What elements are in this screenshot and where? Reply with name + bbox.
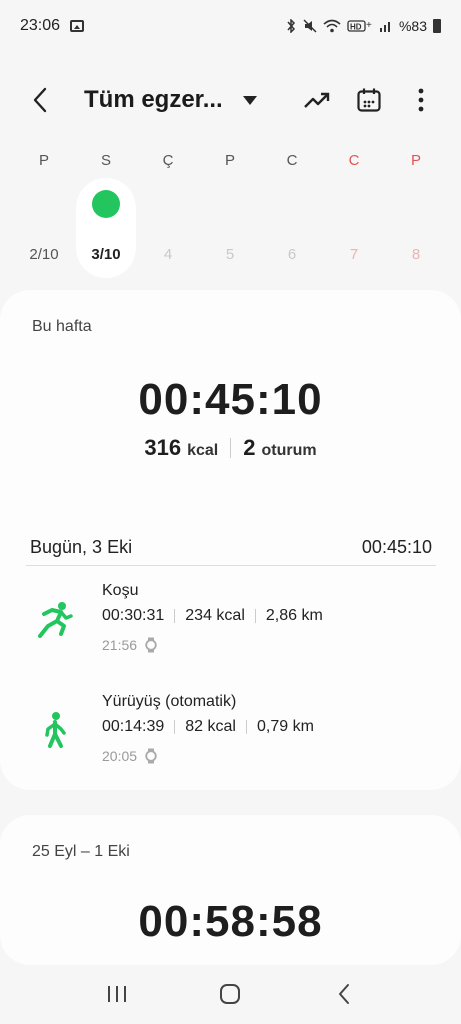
workout-time: 20:05 xyxy=(102,748,138,764)
recent-apps-button[interactable] xyxy=(93,970,141,1018)
mute-icon xyxy=(303,19,317,33)
day-friday[interactable]: C 6 xyxy=(262,148,322,278)
home-button[interactable] xyxy=(206,970,254,1018)
day-monday[interactable]: P 2/10 xyxy=(14,148,74,278)
workout-duration: 00:14:39 xyxy=(102,718,165,735)
today-header: Bugün, 3 Eki 00:45:10 xyxy=(30,537,432,558)
page-title: Tüm egzer... xyxy=(84,86,223,113)
recent-apps-icon xyxy=(107,986,126,1002)
day-date: 8 xyxy=(411,246,421,263)
workout-meta: 20:05 xyxy=(102,748,157,764)
day-date: 3/10 xyxy=(91,246,121,263)
day-date: 4 xyxy=(163,246,173,263)
exercise-filter-dropdown[interactable]: Tüm egzer... xyxy=(84,86,257,114)
this-week-label: Bu hafta xyxy=(32,318,92,335)
back-button[interactable] xyxy=(22,82,58,118)
gallery-notification-icon xyxy=(70,20,85,32)
chevron-left-icon xyxy=(339,984,350,1004)
watch-icon xyxy=(145,637,157,653)
battery-percent: %83 xyxy=(398,18,427,34)
day-letter: S xyxy=(100,152,111,169)
workout-item-walking[interactable]: Yürüyüş (otomatik) 00:14:39 82 kcal 0,79… xyxy=(36,693,436,783)
workout-kcal: 234 kcal xyxy=(185,607,245,624)
chevron-left-icon xyxy=(33,87,47,113)
day-thursday[interactable]: P 5 xyxy=(200,148,260,278)
trending-up-icon xyxy=(304,92,330,108)
today-total: 00:45:10 xyxy=(361,537,432,557)
bluetooth-icon xyxy=(287,19,295,33)
calendar-button[interactable] xyxy=(351,82,387,118)
kcal-value: 316 xyxy=(144,435,182,460)
divider xyxy=(254,609,256,623)
day-wednesday[interactable]: Ç 4 xyxy=(138,148,198,278)
this-week-total-time: 00:45:10 xyxy=(138,375,323,424)
trends-button[interactable] xyxy=(299,82,335,118)
battery-icon xyxy=(433,19,441,33)
caret-down-icon xyxy=(242,95,257,105)
app-bar-actions xyxy=(299,82,439,118)
day-letter: C xyxy=(348,152,360,169)
week-strip: P 2/10 S 3/10 Ç 4 P 5 C 6 C 7 P 8 xyxy=(12,148,449,278)
divider xyxy=(26,565,436,566)
app-bar: Tüm egzer... xyxy=(0,72,461,128)
day-saturday[interactable]: C 7 xyxy=(324,148,384,278)
workout-name: Yürüyüş (otomatik) xyxy=(102,693,237,710)
svg-text:HD: HD xyxy=(350,23,362,32)
day-date: 2/10 xyxy=(29,246,59,263)
day-date: 7 xyxy=(349,246,359,263)
day-sunday[interactable]: P 8 xyxy=(386,148,446,278)
workout-stats: 00:30:31 234 kcal 2,86 km xyxy=(102,607,323,625)
workout-name: Koşu xyxy=(102,582,139,599)
day-tuesday-selected[interactable]: S 3/10 xyxy=(76,152,136,278)
watch-icon xyxy=(145,748,157,764)
home-icon xyxy=(220,984,241,1004)
system-back-button[interactable] xyxy=(320,970,368,1018)
previous-week-total-time: 00:58:58 xyxy=(138,897,323,946)
hd-voice-icon: HD + xyxy=(347,20,372,32)
sessions-value: 2 xyxy=(243,435,256,460)
today-label: Bugün, 3 Eki xyxy=(30,537,133,557)
this-week-card: Bu hafta 00:45:10 316 kcal 2 oturum Bugü… xyxy=(0,290,461,790)
sessions-unit: oturum xyxy=(261,442,317,459)
activity-dot xyxy=(92,190,120,218)
walking-icon xyxy=(45,712,66,748)
kcal-unit: kcal xyxy=(187,442,219,459)
workout-meta: 21:56 xyxy=(102,637,157,653)
divider xyxy=(230,438,232,458)
day-letter: P xyxy=(224,152,235,169)
calendar-icon xyxy=(357,88,381,112)
workout-distance: 2,86 km xyxy=(265,607,323,624)
status-bar: 23:06 HD + %83 xyxy=(0,0,461,52)
workout-stats: 00:14:39 82 kcal 0,79 km xyxy=(102,718,314,736)
previous-week-card[interactable]: 25 Eyl – 1 Eki 00:58:58 xyxy=(0,815,461,965)
svg-text:+: + xyxy=(366,20,372,31)
day-letter: P xyxy=(410,152,421,169)
wifi-icon xyxy=(323,19,341,33)
day-letter: P xyxy=(38,152,49,169)
more-vertical-icon xyxy=(418,88,424,112)
workout-distance: 0,79 km xyxy=(256,718,314,735)
workout-duration: 00:30:31 xyxy=(102,607,165,624)
system-nav-bar xyxy=(0,964,461,1024)
divider xyxy=(174,720,176,734)
day-letter: Ç xyxy=(162,152,174,169)
this-week-summary: 316 kcal 2 oturum xyxy=(0,435,461,461)
day-letter: C xyxy=(286,152,298,169)
workout-time: 21:56 xyxy=(102,637,138,653)
status-time: 23:06 xyxy=(20,17,61,34)
signal-icon xyxy=(379,22,390,32)
day-date: 6 xyxy=(287,246,297,263)
divider xyxy=(174,609,176,623)
divider xyxy=(245,720,247,734)
status-icons: HD + %83 xyxy=(285,18,441,34)
workout-kcal: 82 kcal xyxy=(185,718,236,735)
previous-week-label: 25 Eyl – 1 Eki xyxy=(32,843,130,860)
running-icon xyxy=(38,602,73,638)
workout-item-running[interactable]: Koşu 00:30:31 234 kcal 2,86 km 21:56 xyxy=(36,582,436,672)
day-date: 5 xyxy=(225,246,235,263)
more-options-button[interactable] xyxy=(403,82,439,118)
